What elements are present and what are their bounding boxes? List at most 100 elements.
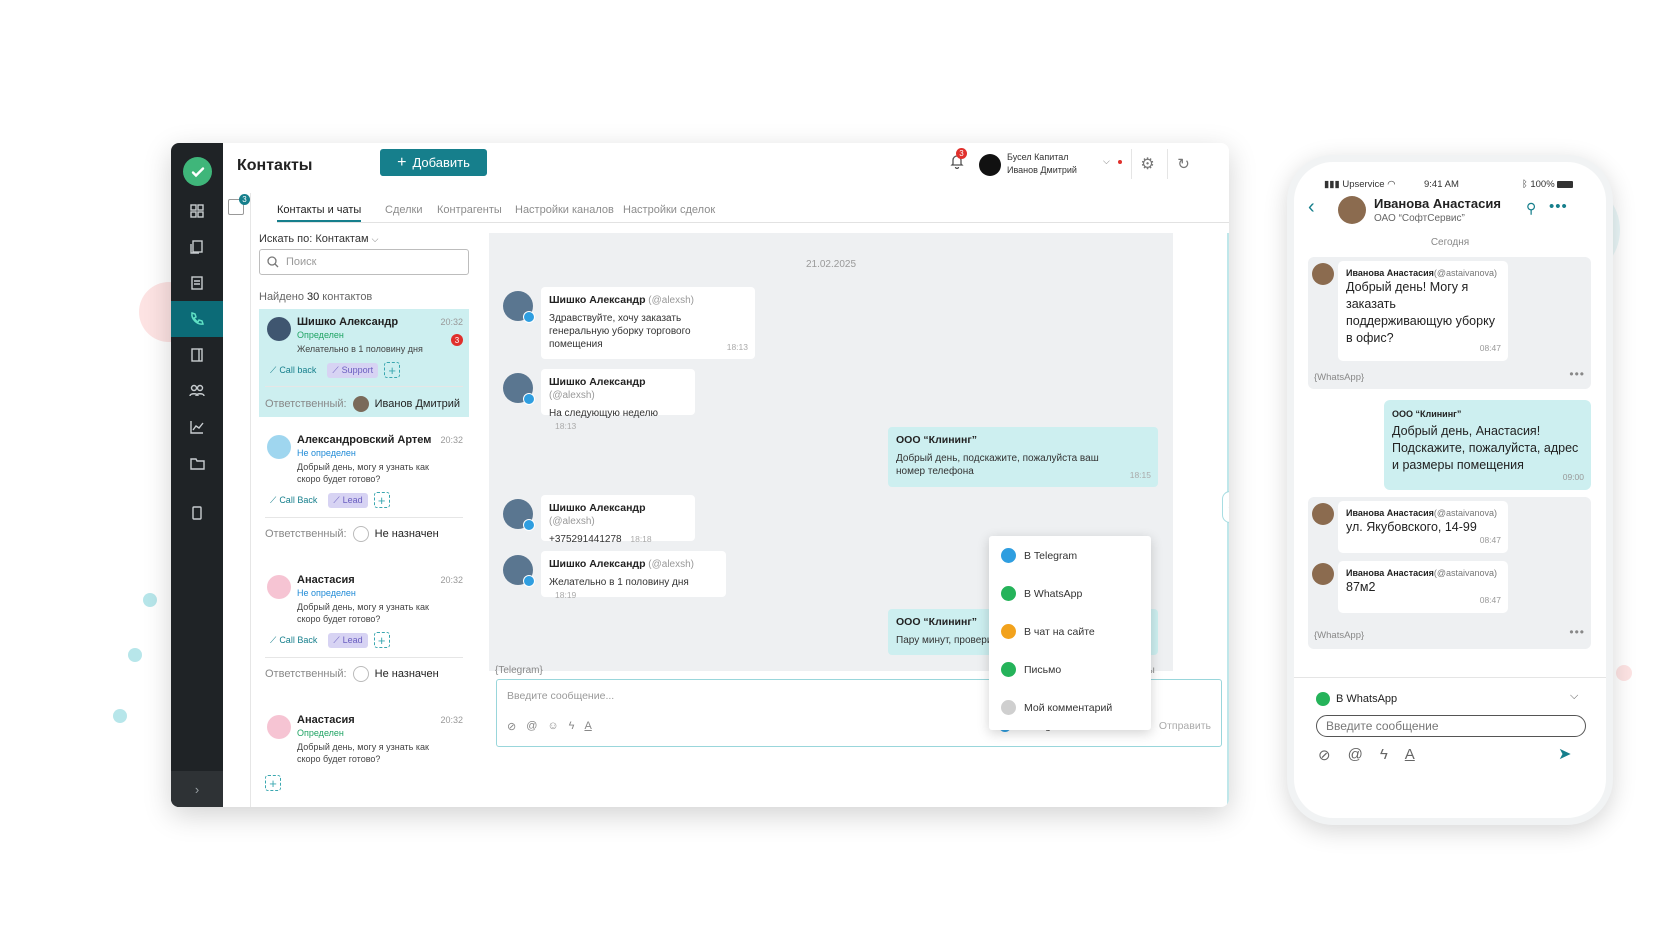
sender-name: Иванова Анастасия [1346,268,1434,278]
contact-time: 20:32 [440,575,463,585]
dropdown-item-telegram[interactable]: В Telegram [1001,548,1077,563]
mobile-icon[interactable] [171,495,223,531]
quick-reply-icon[interactable]: ϟ [569,720,575,733]
nav-rail: › [171,143,223,807]
tab-bar: Контакты и чаты Сделки Контрагенты Настр… [277,201,1229,223]
tag-label: Call Back [279,635,318,645]
sender-name: Иванова Анастасия [1346,568,1434,578]
add-tag-button[interactable]: + [373,632,390,648]
text-format-icon[interactable]: A [584,720,591,733]
empty-avatar [352,526,369,542]
send-icon[interactable]: ➤ [1558,744,1571,764]
settings-button[interactable]: ⚙ [1131,149,1163,179]
dropdown-item-comment[interactable]: Мой комментарий [1001,700,1112,715]
more-icon[interactable]: ••• [1569,625,1585,639]
account-chevron-icon[interactable]: ⌵ [1103,156,1110,167]
tag-callback[interactable]: ⟋ Call back [265,363,321,378]
send-button[interactable]: Отправить [1159,720,1211,732]
tag-lead[interactable]: ⟋ Lead [328,632,368,648]
attach-icon[interactable]: ⊘ [1318,746,1331,764]
contact-card[interactable]: Анастасия 20:32 Не определен Добрый день… [259,567,469,691]
channel-tag: {WhatsApp} [1314,630,1365,641]
wifi-icon: ◠ [1387,179,1396,190]
dropdown-item-email[interactable]: Письмо [1001,662,1061,677]
contacts-chats-icon[interactable] [171,301,223,337]
tab-deals[interactable]: Сделки [385,204,423,216]
back-icon[interactable]: ‹ [1308,196,1315,219]
add-tag-button[interactable]: + [265,775,281,791]
message-input[interactable]: Введите сообщение [1316,715,1586,737]
message-sender: Шишко Александр [549,502,646,514]
reports-icon[interactable] [171,265,223,301]
page-title: Контакты [237,157,313,174]
hidden-eye-icon [1001,700,1016,715]
incoming-message: Шишко Александр (@alexsh) Желательно в 1… [541,551,726,600]
dropdown-item-whatsapp[interactable]: В WhatsApp [1001,586,1082,601]
responsible-name[interactable]: Не назначен [375,668,439,680]
contact-avatar [267,575,291,599]
mention-icon[interactable]: @ [1348,746,1363,764]
gear-icon: ⚙ [1140,156,1155,173]
user-name: Иванов Дмитрий [1007,165,1077,175]
tag-label: Lead [342,495,363,505]
message-input[interactable]: Введите сообщение... [507,690,614,702]
logout-button[interactable]: ↻ [1167,149,1199,179]
sender-avatar [1312,503,1334,525]
channel-dropdown: В Telegram В WhatsApp В чат на сайте Пис… [989,536,1151,730]
channel-select[interactable]: В WhatsApp [1316,692,1397,706]
tag-callback[interactable]: ⟋ Call Back [265,493,322,508]
message-text: Желательно в 1 половину дня [549,577,689,588]
more-icon[interactable]: ••• [1569,367,1585,381]
tag-support[interactable]: ⟋ Support [327,362,379,378]
chevron-down-icon[interactable]: ⌵ [1570,690,1578,703]
contact-card[interactable]: Шишко Александр 20:32 Определен Желатель… [259,309,469,417]
analytics-icon[interactable] [171,409,223,445]
tag-callback[interactable]: ⟋ Call Back [265,633,322,648]
add-button[interactable]: + Добавить [380,149,487,176]
whatsapp-icon [1001,586,1016,601]
emoji-icon[interactable]: ☺ [547,720,558,733]
mention-icon[interactable]: @ [526,720,537,733]
responsible-name[interactable]: Не назначен [375,528,439,540]
app-logo[interactable] [183,157,212,186]
folder-icon[interactable] [171,445,223,481]
add-tag-button[interactable]: + [373,492,390,508]
search-icon[interactable]: ⚲ [1526,200,1536,217]
battery-label: ᛒ 100% [1522,179,1574,190]
incoming-message: Шишко Александр (@alexsh) На следующую н… [541,369,695,431]
chat-bubble-icon [1001,624,1016,639]
signal-icon: ▮▮▮ [1324,179,1340,190]
tab-deal-settings[interactable]: Настройки сделок [623,204,715,216]
expand-rail-button[interactable]: › [171,771,223,807]
responsible-name[interactable]: Иванов Дмитрий [375,398,460,410]
dashboard-icon[interactable] [171,193,223,229]
search-input[interactable]: Поиск [259,249,469,275]
collapse-panel-button[interactable]: ‹ [1222,491,1229,523]
tab-channel-settings[interactable]: Настройки каналов [515,204,614,216]
attach-icon[interactable]: ⊘ [507,720,516,733]
empty-avatar [352,666,369,682]
channel-select-label: В WhatsApp [1336,693,1398,705]
more-icon[interactable]: ••• [1549,198,1568,215]
contact-card[interactable]: Александровский Артем 20:32 Не определен… [259,427,469,551]
dropdown-item-site-chat[interactable]: В чат на сайте [1001,624,1095,639]
add-tag-button[interactable]: + [384,362,401,378]
message-body: На следующую неделю 18:13 [549,407,687,433]
text-format-icon[interactable]: A [1405,746,1415,764]
contact-card[interactable]: Анастасия 20:32 Определен Добрый день, м… [259,707,469,807]
notifications-button[interactable]: 3 [950,148,967,174]
battery-icon [1557,180,1574,188]
search-by-select[interactable]: Искать по: Контактам ⌵ [259,233,378,245]
message-header: Шишко Александр (@alexsh) [549,558,718,571]
documents-icon[interactable] [171,229,223,265]
tab-contacts-chats[interactable]: Контакты и чаты [277,204,362,222]
quick-reply-icon[interactable]: ϟ [1380,746,1388,764]
message-time: 18:15 [1129,470,1151,480]
tab-counterparties[interactable]: Контрагенты [437,204,502,216]
responsible-avatar [352,396,369,412]
search-icon [267,256,279,268]
divider [265,517,463,518]
tag-lead[interactable]: ⟋ Lead [328,492,368,508]
users-icon[interactable] [171,373,223,409]
book-icon[interactable] [171,337,223,373]
